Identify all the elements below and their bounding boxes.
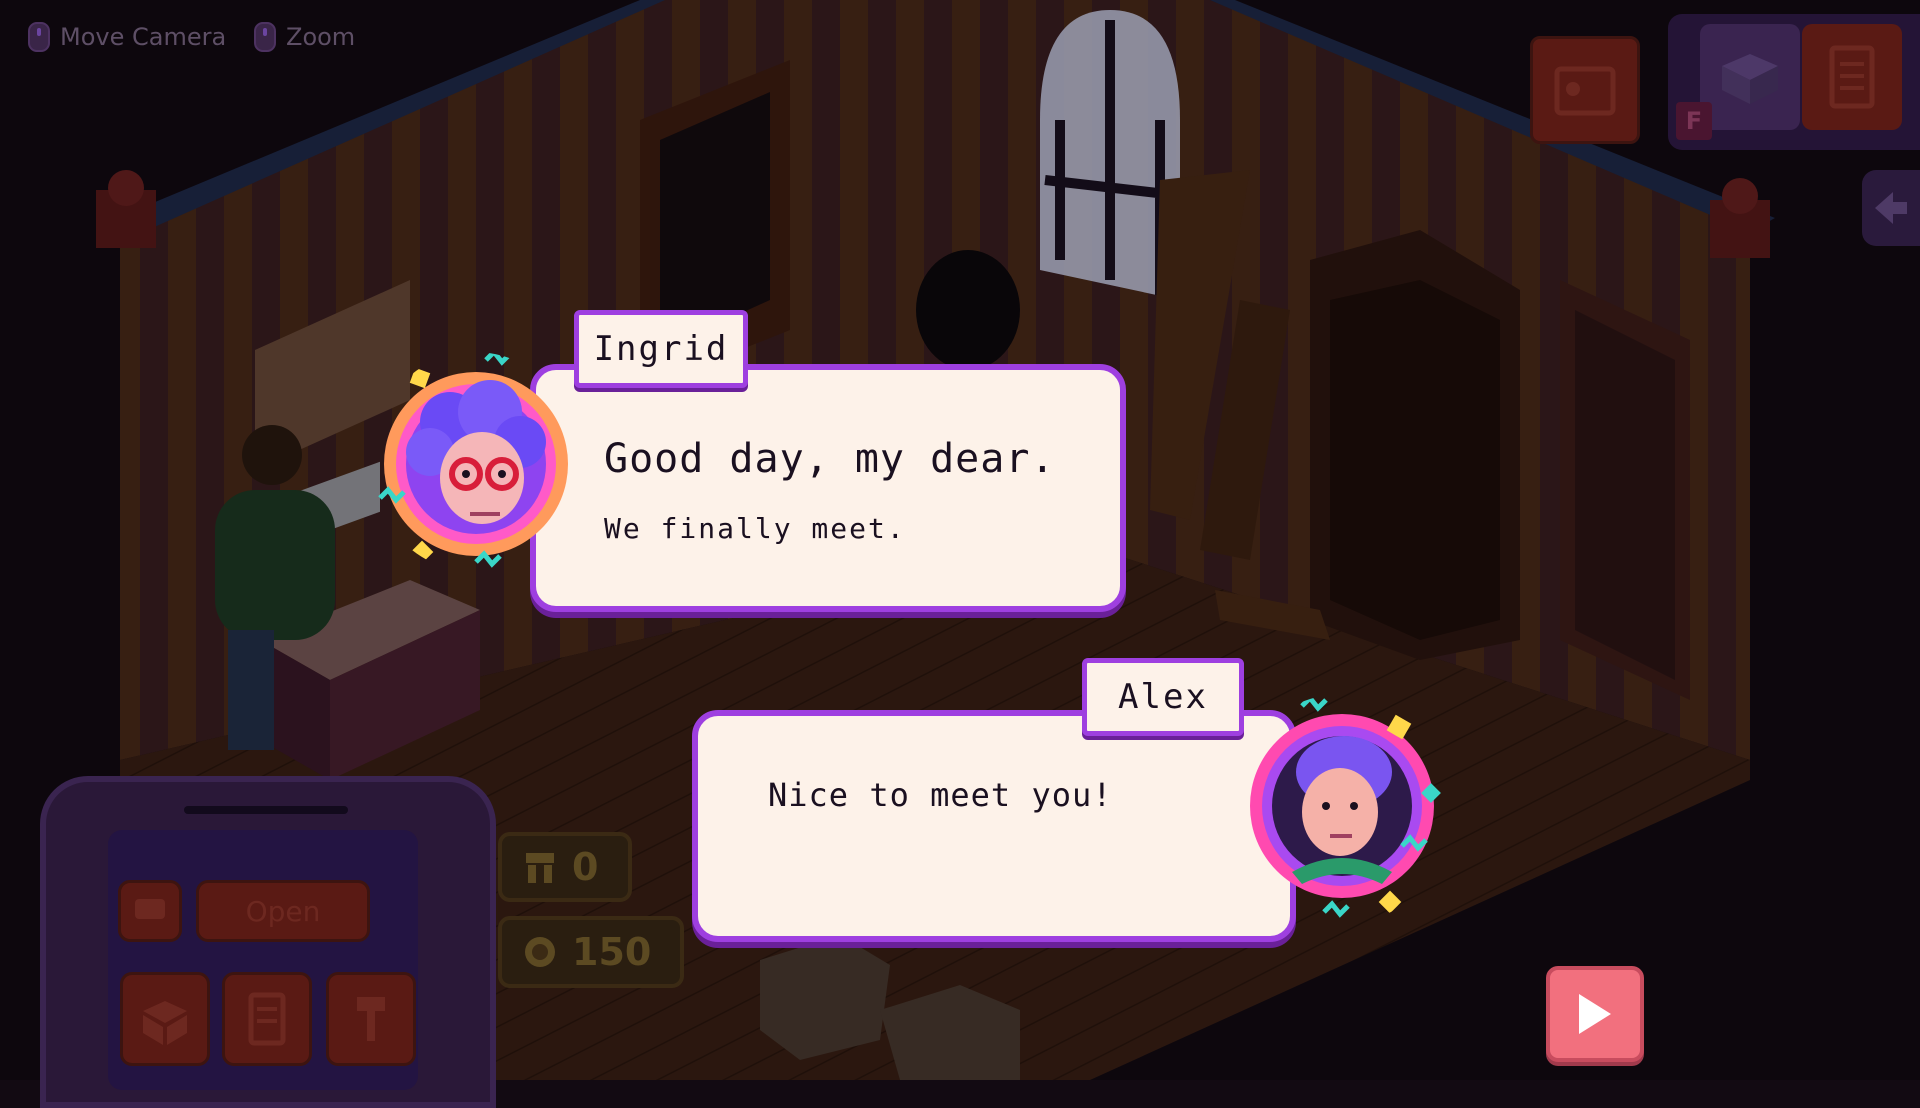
play-icon [1579, 994, 1611, 1034]
notes-button[interactable] [1802, 24, 1902, 130]
dialog-line-small: We finally meet. [604, 512, 906, 545]
continue-dialog-button[interactable] [1546, 966, 1644, 1062]
hint-zoom: Zoom [254, 22, 355, 52]
open-shop-button[interactable]: Open [196, 880, 370, 942]
alex-speaker-tag: Alex [1082, 658, 1244, 736]
ingrid-portrait [378, 352, 568, 568]
ingrid-dialog-line: Good day, my dear. We finally meet. [604, 428, 1084, 564]
hammer-icon [357, 997, 385, 1041]
mouse-icon [254, 22, 276, 52]
chat-button[interactable] [118, 880, 182, 942]
hint-move-camera: Move Camera [28, 22, 226, 52]
speaker-name: Ingrid [593, 329, 729, 369]
notes-icon [248, 992, 286, 1046]
phone-tool-button[interactable] [326, 972, 416, 1066]
speaker-name: Alex [1118, 677, 1208, 717]
dialog-line-large: Good day, my dear. [604, 436, 1056, 482]
alex-dialog-bubble [692, 710, 1296, 942]
hint-label: Move Camera [60, 23, 227, 51]
storefront-icon [1554, 66, 1616, 116]
phone-speaker [184, 806, 348, 814]
chat-icon [135, 899, 165, 919]
coin-amount: 150 [572, 930, 652, 974]
coin-icon [525, 937, 555, 967]
hint-label: Zoom [286, 23, 356, 51]
box-icon [143, 1001, 187, 1045]
inventory-key-hint: F [1676, 102, 1712, 140]
alex-portrait [1250, 694, 1441, 918]
notes-icon [1829, 45, 1875, 109]
ingrid-speaker-tag: Ingrid [574, 310, 748, 388]
shop-icon [526, 853, 554, 883]
inventory-button[interactable] [1700, 24, 1800, 130]
side-menu-toggle[interactable] [1862, 170, 1920, 246]
open-label: Open [245, 894, 321, 928]
arrow-left-icon [1875, 192, 1907, 224]
alex-dialog-line: Nice to meet you! [768, 776, 1113, 814]
customers-count: 0 [572, 845, 599, 889]
coins-counter: 150 [498, 916, 684, 988]
phone-notes-button[interactable] [222, 972, 312, 1066]
customers-counter: 0 [498, 832, 632, 902]
box-icon [1722, 54, 1778, 104]
storefront-button[interactable] [1530, 36, 1640, 144]
phone-inventory-button[interactable] [120, 972, 210, 1066]
mouse-icon [28, 22, 50, 52]
